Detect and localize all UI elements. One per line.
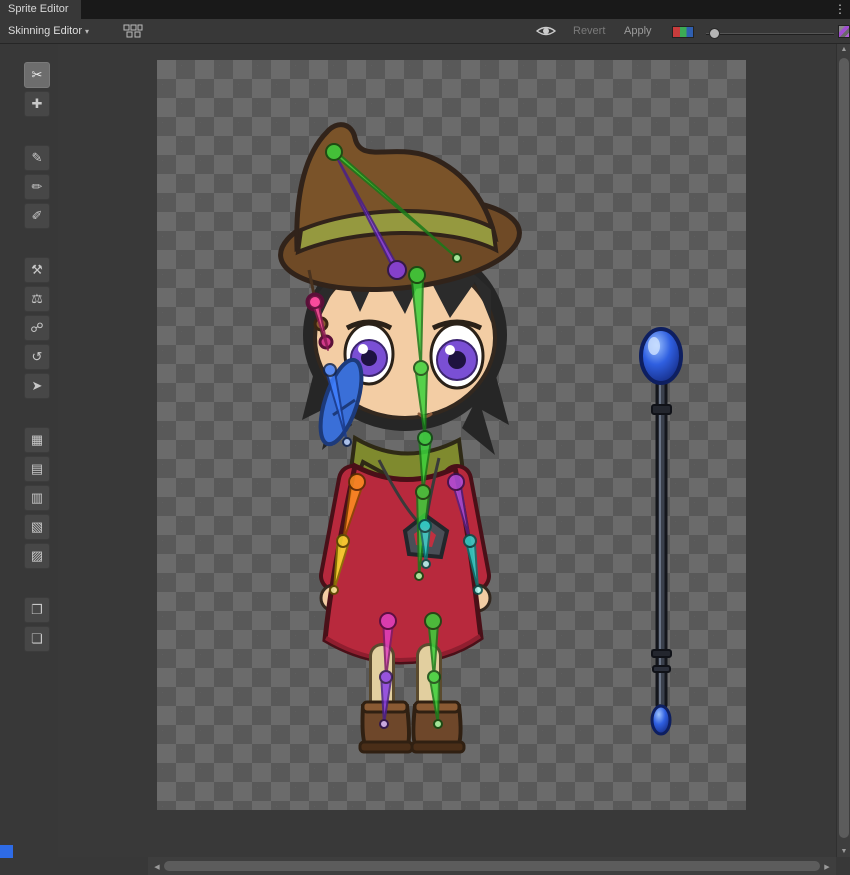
eye-icon <box>535 23 557 39</box>
visibility-eye-icon[interactable] <box>535 23 557 40</box>
tab-bar: Sprite Editor ⋮ <box>0 0 850 19</box>
scroll-right-icon[interactable]: ▶ <box>820 863 834 871</box>
geometry-tool-group: ▦ ▤ ▥ ▧ ▨ <box>24 427 50 569</box>
create-bone-button[interactable]: ✏ <box>24 174 50 200</box>
character-sprite-svg[interactable] <box>157 60 746 810</box>
sprite-influence-button[interactable]: ➤ <box>24 373 50 399</box>
revert-button[interactable]: Revert <box>573 19 605 43</box>
opacity-slider-knob[interactable] <box>709 28 720 39</box>
horizontal-scrollbar[interactable]: ◀ ▶ <box>148 857 836 875</box>
right-eye <box>431 322 483 388</box>
clipboard-tool-group: ❐ ❏ <box>24 597 50 652</box>
boots <box>360 702 464 752</box>
mode-dropdown-label: Skinning Editor <box>8 25 82 37</box>
geometry-selection-button[interactable]: ▨ <box>24 543 50 569</box>
split-bone-button[interactable]: ✐ <box>24 203 50 229</box>
opacity-slider-track[interactable] <box>706 33 834 35</box>
weight-tool-group: ⚒ ⚖ ☍ ↺ ➤ <box>24 257 50 399</box>
transparency-checkerboard <box>157 60 746 810</box>
weight-slider-button[interactable]: ⚖ <box>24 286 50 312</box>
scroll-left-icon[interactable]: ◀ <box>150 863 164 871</box>
color-swatch[interactable] <box>672 26 694 38</box>
auto-weights-button[interactable]: ⚒ <box>24 257 50 283</box>
paste-button[interactable]: ❏ <box>24 626 50 652</box>
split-edge-button[interactable]: ▧ <box>24 514 50 540</box>
create-vertex-button[interactable]: ▤ <box>24 456 50 482</box>
vertical-scrollbar-thumb[interactable] <box>839 58 849 838</box>
sprite-canvas[interactable] <box>58 44 836 857</box>
kebab-menu-icon[interactable]: ⋮ <box>834 1 846 17</box>
tab-sprite-editor[interactable]: Sprite Editor <box>0 0 81 19</box>
pose-tool-group: ✂ ✚ <box>24 62 50 117</box>
scroll-down-icon[interactable]: ▼ <box>837 848 850 855</box>
bone-color-swatch[interactable] <box>838 25 850 38</box>
apply-button[interactable]: Apply <box>624 19 652 43</box>
sprite-frames-icon <box>123 23 143 39</box>
sprite-sheet-icon[interactable] <box>122 23 144 40</box>
restore-bind-pose-button[interactable]: ✚ <box>24 91 50 117</box>
preview-pose-button[interactable]: ✂ <box>24 62 50 88</box>
vertical-scrollbar[interactable]: ▲ ▼ <box>836 44 850 857</box>
horizontal-scrollbar-thumb[interactable] <box>164 861 820 871</box>
skinning-tool-strip: ✂ ✚ ✎ ✏ ✐ ⚒ ⚖ ☍ ↺ ➤ ▦ ▤ ▥ ▧ ▨ ❐ ❏ <box>0 44 58 857</box>
sprite-editor-window: Sprite Editor ⋮ Skinning Editor▾ Revert … <box>0 0 850 875</box>
mode-dropdown[interactable]: Skinning Editor▾ <box>4 19 93 44</box>
dock-indicator <box>0 845 13 858</box>
copy-button[interactable]: ❐ <box>24 597 50 623</box>
character-sprite <box>276 125 524 752</box>
weight-brush-button[interactable]: ☍ <box>24 315 50 341</box>
bone-tool-group: ✎ ✏ ✐ <box>24 145 50 229</box>
staff-sprite <box>641 329 681 734</box>
create-edge-button[interactable]: ▥ <box>24 485 50 511</box>
scroll-up-icon[interactable]: ▲ <box>837 46 850 53</box>
chevron-down-icon: ▾ <box>85 27 89 36</box>
toolbar: Skinning Editor▾ Revert Apply <box>0 19 850 44</box>
edit-joints-button[interactable]: ✎ <box>24 145 50 171</box>
auto-geometry-button[interactable]: ▦ <box>24 427 50 453</box>
bone-influence-button[interactable]: ↺ <box>24 344 50 370</box>
